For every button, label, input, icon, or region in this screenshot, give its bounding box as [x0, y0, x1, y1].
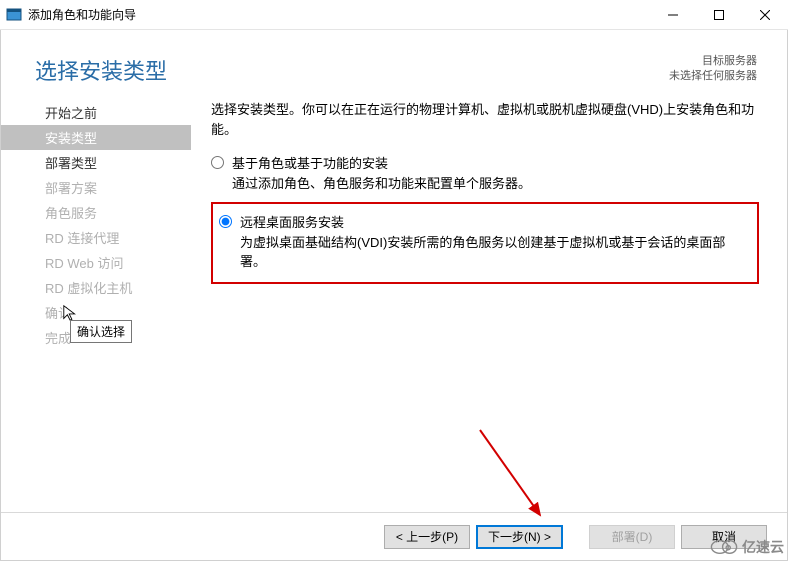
nav-rd-connection-broker: RD 连接代理 [1, 225, 191, 250]
option-role-based[interactable]: 基于角色或基于功能的安装 通过添加角色、角色服务和功能来配置单个服务器。 [211, 153, 759, 194]
prev-button[interactable]: < 上一步(P) [384, 525, 470, 549]
wizard-footer: < 上一步(P) 下一步(N) > 部署(D) 取消 [1, 512, 787, 560]
wizard-header: 选择安装类型 目标服务器 未选择任何服务器 [1, 30, 787, 96]
nav-deployment-scenario: 部署方案 [1, 175, 191, 200]
radio-role-based[interactable] [211, 156, 224, 169]
deploy-button: 部署(D) [589, 525, 675, 549]
option-rds-title: 远程桌面服务安装 [240, 212, 751, 231]
nav-tooltip: 确认选择 [70, 320, 132, 343]
intro-text: 选择安装类型。你可以在正在运行的物理计算机、虚拟机或脱机虚拟硬盘(VHD)上安装… [211, 100, 759, 139]
option-rds-desc: 为虚拟桌面基础结构(VDI)安装所需的角色服务以创建基于虚拟机或基于会话的桌面部… [240, 233, 751, 272]
wizard-content: 选择安装类型。你可以在正在运行的物理计算机、虚拟机或脱机虚拟硬盘(VHD)上安装… [191, 96, 787, 486]
target-server-value: 未选择任何服务器 [669, 69, 757, 84]
watermark-text: 亿速云 [742, 537, 784, 557]
nav-before-you-begin[interactable]: 开始之前 [1, 100, 191, 125]
nav-rd-virtualization-host: RD 虚拟化主机 [1, 275, 191, 300]
window-title: 添加角色和功能向导 [28, 6, 650, 23]
wizard-nav: 开始之前 安装类型 部署类型 部署方案 角色服务 RD 连接代理 RD Web … [1, 96, 191, 486]
option-rds[interactable]: 远程桌面服务安装 为虚拟桌面基础结构(VDI)安装所需的角色服务以创建基于虚拟机… [219, 212, 751, 272]
title-bar: 添加角色和功能向导 [0, 0, 788, 30]
minimize-button[interactable] [650, 0, 696, 30]
page-title: 选择安装类型 [35, 54, 669, 86]
annotation-highlight: 远程桌面服务安装 为虚拟桌面基础结构(VDI)安装所需的角色服务以创建基于虚拟机… [211, 202, 759, 284]
watermark: 亿速云 [710, 537, 784, 557]
nav-role-services: 角色服务 [1, 200, 191, 225]
maximize-button[interactable] [696, 0, 742, 30]
next-button[interactable]: 下一步(N) > [476, 525, 563, 549]
target-server-label: 目标服务器 [669, 54, 757, 69]
target-server-info: 目标服务器 未选择任何服务器 [669, 54, 757, 85]
option-role-based-desc: 通过添加角色、角色服务和功能来配置单个服务器。 [232, 174, 531, 194]
nav-rd-web-access: RD Web 访问 [1, 250, 191, 275]
nav-installation-type[interactable]: 安装类型 [1, 125, 191, 150]
app-icon [6, 7, 22, 23]
nav-deployment-type[interactable]: 部署类型 [1, 150, 191, 175]
radio-rds[interactable] [219, 215, 232, 228]
close-button[interactable] [742, 0, 788, 30]
option-role-based-title: 基于角色或基于功能的安装 [232, 153, 531, 172]
